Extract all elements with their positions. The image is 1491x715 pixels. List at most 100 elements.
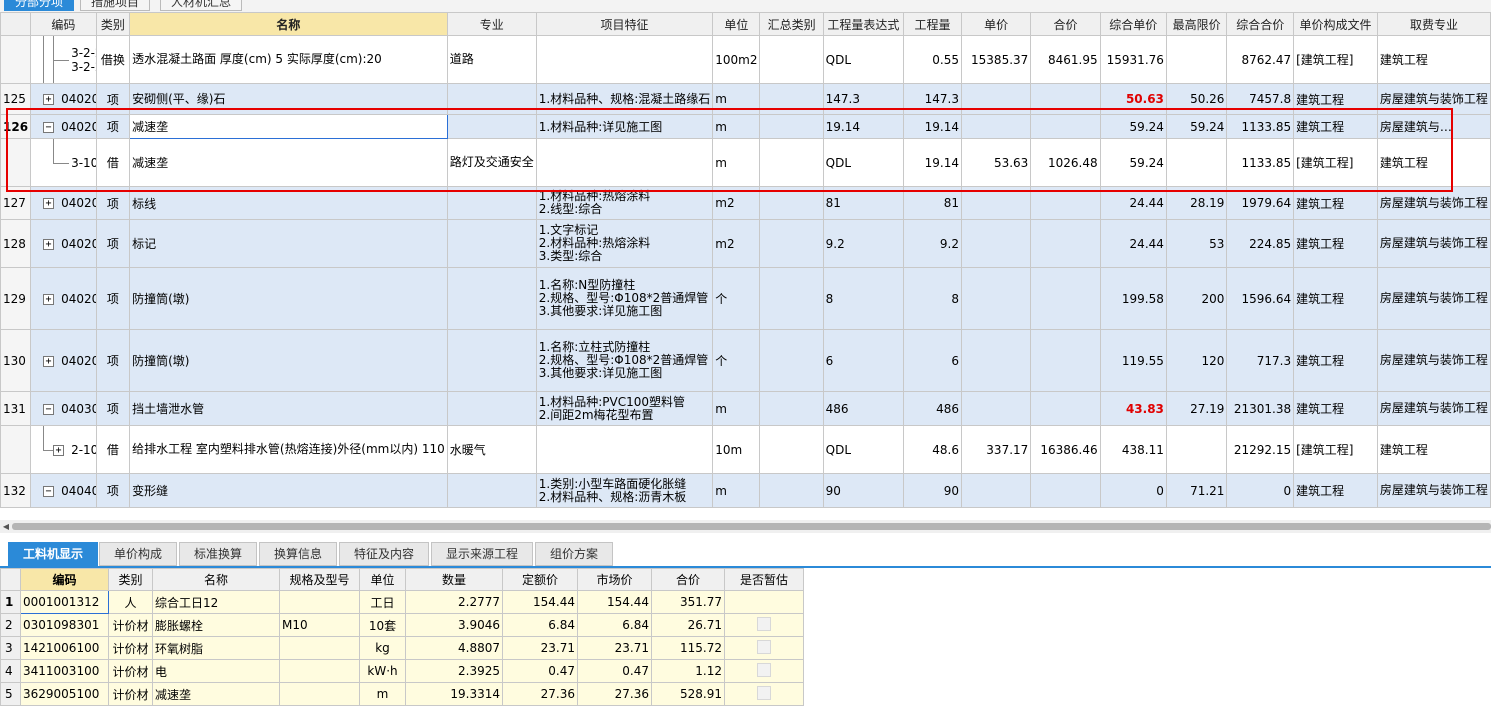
- name-cell[interactable]: 透水混凝土路面 厚度(cm) 5 实际厚度(cm):20: [129, 35, 448, 84]
- code-cell[interactable]: +040205017001: [30, 267, 97, 330]
- fee-cell[interactable]: 房屋建筑与装饰工程: [1376, 83, 1491, 115]
- table-row[interactable]: 131 −040309009001 项 挡土墙泄水管 1.材料品种:PVC100…: [0, 391, 1491, 426]
- file-cell[interactable]: 建筑工程: [1293, 391, 1378, 426]
- ctotal-cell[interactable]: 224.85: [1226, 219, 1295, 268]
- total-cell[interactable]: 528.91: [651, 682, 725, 706]
- col-header-unit[interactable]: 单位: [712, 12, 761, 36]
- name-cell[interactable]: 综合工日12: [152, 590, 280, 614]
- col-header-code[interactable]: 编码: [30, 12, 97, 36]
- maxlimit-cell[interactable]: 120: [1165, 329, 1228, 392]
- tab-biaozhun-huansuan[interactable]: 标准换算: [179, 542, 257, 566]
- col-header-file[interactable]: 单价构成文件: [1293, 12, 1378, 36]
- expr-cell[interactable]: 486: [822, 391, 905, 426]
- spec-cell[interactable]: [446, 186, 537, 220]
- market-cell[interactable]: 0.47: [577, 659, 652, 683]
- ctotal-cell[interactable]: 717.3: [1226, 329, 1295, 392]
- sumtype-cell[interactable]: [759, 391, 824, 426]
- name-cell[interactable]: 安砌侧(平、缘)石: [129, 83, 448, 115]
- fee-cell[interactable]: 房屋建筑与…: [1376, 114, 1491, 139]
- code-cell[interactable]: 3-10-638: [30, 138, 97, 187]
- fee-cell[interactable]: 建筑工程: [1376, 138, 1491, 187]
- table-row[interactable]: 1 0001001312 人 综合工日12 工日 2.2777 154.44 1…: [0, 590, 804, 614]
- fee-cell[interactable]: 建筑工程: [1376, 35, 1491, 84]
- price-cell[interactable]: [960, 329, 1032, 392]
- unit-cell[interactable]: m: [712, 114, 761, 139]
- type-cell[interactable]: 项: [95, 219, 131, 268]
- table-row[interactable]: 3-2-209 + 3-2-210 * 15 借换 透水混凝土路面 厚度(cm)…: [0, 35, 1491, 84]
- table-row[interactable]: 3 1421006100 计价材 环氧树脂 kg 4.8807 23.71 23…: [0, 636, 804, 660]
- market-cell[interactable]: 154.44: [577, 590, 652, 614]
- collapse-icon[interactable]: −: [43, 403, 55, 415]
- ctotal-cell[interactable]: 0: [1226, 473, 1295, 508]
- feature-cell[interactable]: 1.材料品种:详见施工图: [535, 114, 714, 139]
- code-cell[interactable]: +2-10-371: [30, 425, 97, 474]
- quota-cell[interactable]: 6.84: [502, 613, 578, 637]
- unit-cell[interactable]: m: [712, 391, 761, 426]
- qty-cell[interactable]: 81: [903, 186, 962, 220]
- col-header-market[interactable]: 市场价: [577, 568, 652, 591]
- col-header-model[interactable]: 规格及型号: [279, 568, 360, 591]
- col-header-feature[interactable]: 项目特征: [535, 12, 714, 36]
- total-cell[interactable]: 1.12: [651, 659, 725, 683]
- qty-cell[interactable]: 90: [903, 473, 962, 508]
- cunit-cell-warning[interactable]: 50.63: [1099, 83, 1167, 115]
- expr-cell[interactable]: 147.3: [822, 83, 905, 115]
- unit-cell[interactable]: m2: [712, 186, 761, 220]
- file-cell[interactable]: 建筑工程: [1293, 219, 1378, 268]
- fee-cell[interactable]: 房屋建筑与装饰工程: [1376, 267, 1491, 330]
- code-cell[interactable]: −040309009001: [30, 391, 97, 426]
- expr-cell[interactable]: 90: [822, 473, 905, 508]
- maxlimit-cell[interactable]: [1165, 138, 1228, 187]
- ctotal-cell[interactable]: 1596.64: [1226, 267, 1295, 330]
- collapse-icon[interactable]: −: [43, 485, 55, 497]
- col-header-type[interactable]: 类别: [95, 12, 131, 36]
- price-cell[interactable]: 15385.37: [960, 35, 1032, 84]
- type-cell[interactable]: 项: [95, 329, 131, 392]
- col-header-fee[interactable]: 取费专业: [1376, 12, 1491, 36]
- type-cell[interactable]: 计价材: [108, 636, 153, 660]
- spec-cell[interactable]: 道路: [446, 35, 537, 84]
- model-cell[interactable]: M10: [279, 613, 360, 637]
- expand-icon[interactable]: +: [43, 293, 55, 305]
- col-header-price[interactable]: 单价: [960, 12, 1032, 36]
- qty-cell[interactable]: 2.3925: [405, 659, 503, 683]
- unit-cell[interactable]: 10套: [359, 613, 406, 637]
- maxlimit-cell[interactable]: 28.19: [1165, 186, 1228, 220]
- feature-cell[interactable]: 1.文字标记 2.材料品种:热熔涂料 3.类型:综合: [535, 219, 714, 268]
- spec-cell[interactable]: [446, 267, 537, 330]
- provisional-checkbox[interactable]: [757, 616, 771, 631]
- qty-cell[interactable]: 2.2777: [405, 590, 503, 614]
- code-cell[interactable]: −040402017001: [30, 473, 97, 508]
- horizontal-scrollbar[interactable]: ◀: [0, 520, 1491, 533]
- feature-cell[interactable]: 1.类别:小型车路面硬化胀缝 2.材料品种、规格:沥青木板: [535, 473, 714, 508]
- scroll-left-icon[interactable]: ◀: [1, 520, 11, 533]
- col-header-total[interactable]: 合价: [651, 568, 725, 591]
- feature-cell[interactable]: [535, 138, 714, 187]
- file-cell[interactable]: [建筑工程]: [1293, 35, 1378, 84]
- qty-cell[interactable]: 8: [903, 267, 962, 330]
- type-cell[interactable]: 计价材: [108, 613, 153, 637]
- tab-cuoshi[interactable]: 措施项目: [80, 0, 151, 11]
- cunit-cell[interactable]: 119.55: [1099, 329, 1167, 392]
- sumtype-cell[interactable]: [759, 473, 824, 508]
- maxlimit-cell[interactable]: 71.21: [1165, 473, 1228, 508]
- table-row-selected[interactable]: 126 −040205019001 项 减速垄 1.材料品种:详见施工图 m 1…: [0, 114, 1491, 139]
- quota-cell[interactable]: 23.71: [502, 636, 578, 660]
- model-cell[interactable]: [279, 659, 360, 683]
- total-cell[interactable]: [1030, 186, 1101, 220]
- sumtype-cell[interactable]: [759, 219, 824, 268]
- ctotal-cell[interactable]: 1979.64: [1226, 186, 1295, 220]
- unit-cell[interactable]: kW·h: [359, 659, 406, 683]
- sumtype-cell[interactable]: [759, 186, 824, 220]
- name-cell[interactable]: 给排水工程 室内塑料排水管(热熔连接)外径(mm以内) 110: [129, 425, 448, 474]
- type-cell[interactable]: 项: [95, 114, 131, 139]
- spec-cell[interactable]: [446, 329, 537, 392]
- tab-zujia-fangan[interactable]: 组价方案: [535, 542, 613, 566]
- expand-icon[interactable]: +: [43, 355, 55, 367]
- quota-cell[interactable]: 27.36: [502, 682, 578, 706]
- expr-cell[interactable]: QDL: [822, 138, 905, 187]
- feature-cell[interactable]: 1.材料品种:热熔涂料 2.线型:综合: [535, 186, 714, 220]
- price-cell[interactable]: [960, 186, 1032, 220]
- type-cell[interactable]: 项: [95, 267, 131, 330]
- total-cell[interactable]: [1030, 83, 1101, 115]
